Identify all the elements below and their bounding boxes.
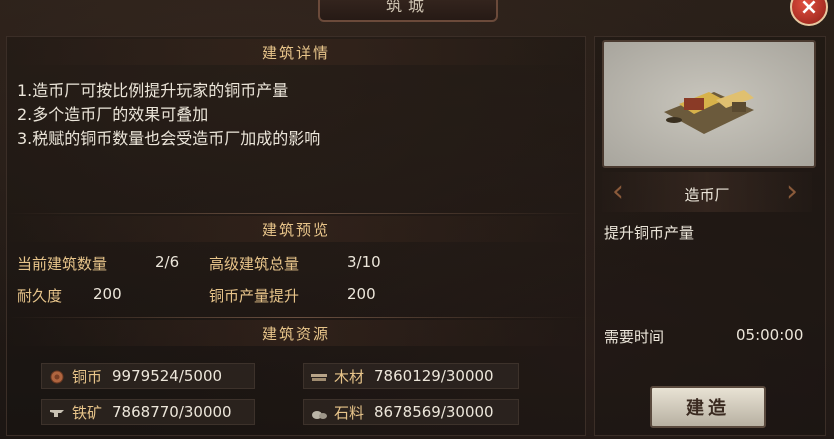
stat-value-building-count: 2/6: [155, 253, 180, 271]
resource-name: 木材: [334, 367, 365, 386]
resource-value: 9979524/5000: [112, 367, 223, 385]
stat-value-advanced-total: 3/10: [347, 253, 381, 271]
resource-stone: 石料 8678569/30000: [303, 399, 519, 425]
time-label: 需要时间: [604, 328, 665, 346]
building-name: 造币厂: [684, 186, 730, 204]
divider: [7, 317, 585, 318]
resource-name: 铜币: [72, 367, 103, 386]
stat-label-durability: 耐久度: [17, 287, 63, 305]
resource-wood: 木材 7860129/30000: [303, 363, 519, 389]
description-line-3: 3.税赋的铜币数量也会受造币厂加成的影响: [17, 129, 321, 148]
wood-icon: [310, 369, 328, 383]
building-effect: 提升铜币产量: [604, 224, 695, 242]
resource-iron: 铁矿 7868770/30000: [41, 399, 255, 425]
divider: [7, 213, 585, 214]
time-value: 05:00:00: [736, 326, 804, 344]
resource-value: 7868770/30000: [112, 403, 232, 421]
building-info-panel: 建筑详情 1.造币厂可按比例提升玩家的铜币产量 2.多个造币厂的效果可叠加 3.…: [6, 36, 586, 436]
resource-name: 石料: [334, 403, 365, 422]
dialog-title: 筑城: [318, 0, 498, 22]
building-preview-image: [602, 40, 816, 168]
stat-label-building-count: 当前建筑数量: [17, 255, 108, 273]
details-header: 建筑详情: [7, 39, 585, 65]
preview-header: 建筑预览: [7, 216, 585, 242]
stone-icon: [310, 405, 328, 419]
copper-coin-icon: [48, 369, 66, 384]
stat-label-copper-boost: 铜币产量提升: [209, 287, 300, 305]
resource-name: 铁矿: [72, 403, 103, 422]
stat-value-durability: 200: [93, 285, 122, 303]
stat-label-advanced-total: 高级建筑总量: [209, 255, 300, 273]
description-line-1: 1.造币厂可按比例提升玩家的铜币产量: [17, 81, 289, 100]
stat-value-copper-boost: 200: [347, 285, 376, 303]
resource-value: 8678569/30000: [374, 403, 494, 421]
iron-ore-icon: [48, 405, 66, 419]
description-line-2: 2.多个造币厂的效果可叠加: [17, 105, 209, 124]
resource-copper: 铜币 9979524/5000: [41, 363, 255, 389]
resources-header: 建筑资源: [7, 320, 585, 346]
resource-value: 7860129/30000: [374, 367, 494, 385]
build-button[interactable]: 建造: [650, 386, 766, 428]
